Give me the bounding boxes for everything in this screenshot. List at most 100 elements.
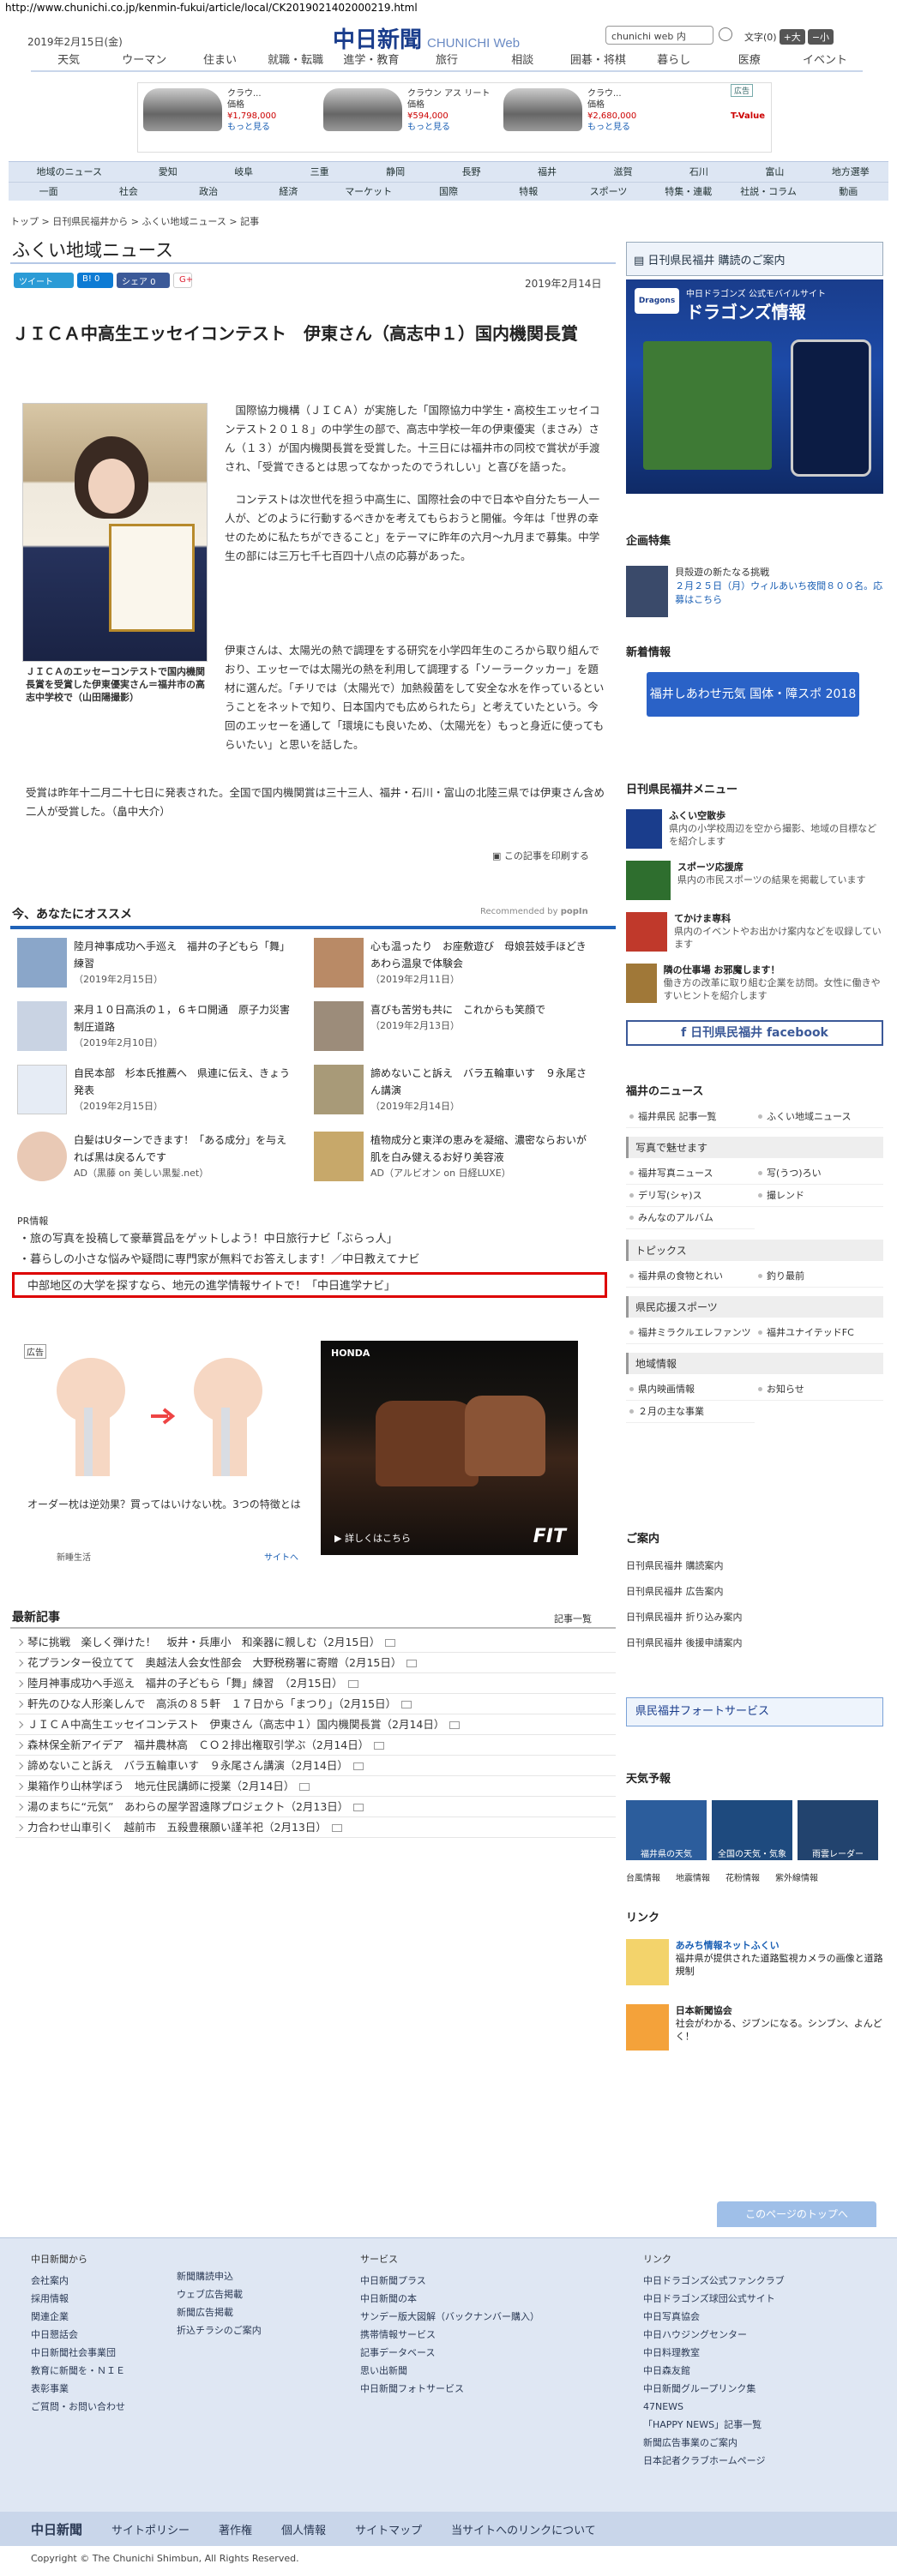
font-bigger-button[interactable]: +大 [779,29,805,45]
dragons-banner[interactable]: 中日ドラゴンズ 公式モバイルサイト ドラゴンズ情報 Dragons [626,279,883,494]
section-item[interactable]: 特報 [489,183,569,201]
footer-link[interactable]: 中日写真協会 [643,2308,785,2326]
honda-ad[interactable]: HONDA ▶ 詳しくはこちら FIT [321,1341,578,1555]
back-to-top-button[interactable]: このページのトップへ [717,2201,876,2227]
region-item[interactable]: 三重 [281,163,357,182]
font-smaller-button[interactable]: −小 [807,29,834,45]
guide-link[interactable]: 日刊県民福井 折り込み案内 [626,1605,883,1630]
footer-link[interactable]: ウェブ広告掲載 [177,2285,262,2303]
menu-item[interactable]: 隣の仕事場 お邪魔します！ 働き方の改革に取り組む企業を訪問。女性に働きやすいヒン… [626,964,883,1006]
topics-link[interactable]: 福井県の食物とれい [626,1265,755,1288]
topnav-item[interactable]: 進学・教育 [334,51,409,70]
reco-item[interactable]: 喜びも苦労も共に これからも笑顔で （2019年2月13日） [314,1001,593,1061]
news-link[interactable]: 福井県民 記事一覧 [626,1106,755,1128]
local-link[interactable]: ２月の主な事業 [626,1401,755,1423]
footer-link[interactable]: 携帯情報サービス [360,2326,539,2344]
search-icon[interactable] [719,27,732,41]
site-logo[interactable]: 中日新聞 CHUNICHI Web [333,22,520,54]
bottom-nav-link[interactable]: 当サイトへのリンクについて [451,2521,596,2537]
car-ad-banner[interactable]: クラウ... 価格 ¥1,798,000 もっと見る クラウン アス リート 価格 ¥59… [137,82,772,153]
footer-link[interactable]: 教育に新聞を・ＮＩＥ [31,2362,125,2380]
section-item[interactable]: 経済 [249,183,328,201]
photos-link[interactable]: デリ写(シャ)ス [626,1185,755,1207]
photos-link[interactable]: 福井写真ニュース [626,1162,755,1185]
weather-panel[interactable]: 雨雲レーダー [798,1800,878,1860]
honda-more-link[interactable]: ▶ 詳しくはこちら [334,1531,411,1545]
region-item[interactable]: 愛知 [130,163,206,182]
section-item[interactable]: 社説・コラム [728,183,808,201]
footer-link[interactable]: サンデー版大図解（バックナンバー購入） [360,2308,539,2326]
gplus-button[interactable]: G+ [173,273,193,288]
weather-panel[interactable]: 全国の天気・気象 [712,1800,792,1860]
tweet-button[interactable]: ツイート [14,273,74,288]
footer-link[interactable]: 中日新聞プラス [360,2272,539,2290]
facebook-share-button[interactable]: シェア 0 [117,273,170,288]
hatena-button[interactable]: B! 0 [77,273,113,288]
photos-link[interactable]: 撮レンド [755,1185,883,1207]
bottom-nav-link[interactable]: 個人情報 [281,2521,326,2537]
footer-link[interactable]: 思い出新聞 [360,2362,539,2380]
menu-item[interactable]: スポーツ応援席 県内の市民スポーツの結果を掲載しています [626,861,883,904]
footer-link[interactable]: ご質問・お問い合わせ [31,2398,125,2416]
latest-item[interactable]: 陸月神事成功へ手巡え 福井の子どもら「舞」練習 （2月15日） [15,1673,616,1694]
bottom-nav-link[interactable]: サイトマップ [355,2521,422,2537]
section-item[interactable]: 一面 [9,183,88,201]
forte-banner[interactable]: 県民福井フォートサービス [626,1697,883,1726]
reco-item[interactable]: 陸月神事成功へ手巡え 福井の子どもら「舞」練習 （2019年2月15日） [17,938,297,998]
latest-item[interactable]: 諦めないこと訴え バラ五輪車いす ９永尾さん講演（2月14日） [15,1756,616,1776]
footer-link[interactable]: 中日ドラゴンズ球団公式サイト [643,2290,785,2308]
footer-link[interactable]: 新聞広告掲載 [177,2303,262,2321]
latest-item[interactable]: 琴に挑戦 楽しく弾けた！ 坂井・兵庫小 和楽器に親しむ（2月15日） [15,1632,616,1653]
local-link[interactable]: お知らせ [755,1378,883,1401]
reco-item[interactable]: 心も温ったり お座敷遊び 母娘芸妓手ほどき あわら温泉で体験会 （2019年2月1… [314,938,597,998]
car-ad-item[interactable]: クラウ... 価格 ¥2,680,000 もっと見る [498,83,678,152]
photos-link[interactable]: 写(うつ)ろい [755,1162,883,1185]
footer-link[interactable]: 中日新聞社会事業団 [31,2344,125,2362]
topnav-item[interactable]: 就職・転職 [258,51,334,70]
print-link[interactable]: ▣ この記事を印刷する [492,849,589,862]
facebook-banner[interactable]: f 日刊県民福井 facebook [626,1020,883,1046]
kikaku-item[interactable]: 貝殻遊の新たなる挑戦 ２月２５日（月）ウィルあいち夜間８００名。応募はこちら [626,566,883,617]
bottom-nav-logo[interactable]: 中日新聞 [31,2520,82,2538]
section-item[interactable]: 国際 [408,183,488,201]
footer-link[interactable]: 折込チラシのご案内 [177,2321,262,2339]
footer-link[interactable]: 表彰事業 [31,2380,125,2398]
menu-item[interactable]: てかけま専科 県内のイベントやお出かけ案内などを収録しています [626,912,883,955]
section-item[interactable]: 動画 [809,183,888,201]
weather-link[interactable]: 紫外線情報 [775,1870,818,1883]
footer-link[interactable]: 中日新聞フォトサービス [360,2380,539,2398]
guide-link[interactable]: 日刊県民福井 広告案内 [626,1579,883,1605]
topnav-item[interactable]: 天気 [31,51,106,70]
sports-link[interactable]: 福井ミラクルエレファンツ [626,1322,755,1344]
reco-item[interactable]: 諦めないこと訴え バラ五輪車いす ９永尾さん講演 （2019年2月14日） [314,1065,593,1125]
car-more-link[interactable]: もっと見る [407,122,490,133]
car-more-link[interactable]: もっと見る [227,122,276,133]
pr-link[interactable]: ・旅の写真を投稿して豪華賞品をゲットしよう！中日旅行ナビ「ぶらっ人」 [19,1229,419,1250]
subscribe-banner[interactable]: ▤ 日刊県民福井 購読のご案内 [626,242,883,276]
region-item[interactable]: 滋賀 [585,163,660,182]
topics-link[interactable]: 釣り最前 [755,1265,883,1288]
latest-item[interactable]: ＪＩＣＡ中高生エッセイコンテスト 伊東さん（高志中１）国内機関長賞（2月14日） [15,1714,616,1735]
latest-item[interactable]: 軒先のひな人形楽しんで 高浜の８５軒 １７日から「まつり」（2月15日） [15,1694,616,1714]
footer-link[interactable]: 新聞購読申込 [177,2267,262,2285]
footer-link[interactable]: 47NEWS [643,2398,785,2416]
reco-item[interactable]: 植物成分と東洋の恵みを凝縮、濃密ならおいが肌を白み健えるお好り美容液 AD（アルビ… [314,1132,593,1192]
local-link[interactable]: 県内映画情報 [626,1378,755,1401]
latest-item[interactable]: 花プランター役立てて 奥越法人会女性部会 大野税務署に寄贈（2月15日） [15,1653,616,1673]
section-item[interactable]: 社会 [88,183,168,201]
topnav-item[interactable]: 医療 [712,51,787,70]
topnav-item[interactable]: 旅行 [409,51,485,70]
footer-link[interactable]: 新聞広告事業のご案内 [643,2434,785,2452]
footer-link[interactable]: 中日料理教室 [643,2344,785,2362]
latest-item[interactable]: 森林保全新アイデア 福井農林高 ＣＯ２排出権取引学ぶ（2月14日） [15,1735,616,1756]
footer-link[interactable]: 日本記者クラブホームページ [643,2452,785,2470]
footer-link[interactable]: 関連企業 [31,2308,125,2326]
topnav-item[interactable]: 囲碁・将棋 [560,51,635,70]
region-item[interactable]: 岐阜 [206,163,281,182]
region-item[interactable]: 石川 [661,163,737,182]
footer-link[interactable]: 中日懇話会 [31,2326,125,2344]
pr-highlight-link[interactable]: 中部地区の大学を探すなら、地元の進学情報サイトで！「中日進学ナビ」 [27,1276,395,1293]
latest-item[interactable]: 巣箱作り山林学ぼう 地元住民講師に授業（2月14日） [15,1776,616,1797]
menu-item[interactable]: ふくい空散歩 県内の小学校周辺を空から撮影、地域の目標などを紹介します [626,809,883,852]
pr-link[interactable]: ・暮らしの小さな悩みや疑問に専門家が無料でお答えします！／中日教えてナビ [19,1250,419,1270]
